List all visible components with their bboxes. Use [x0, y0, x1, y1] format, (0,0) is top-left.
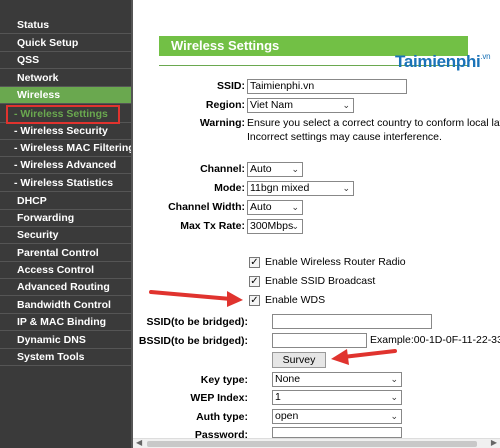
logo-text: Taimienphi — [395, 52, 481, 71]
mode-select[interactable]: 11bgn mixed ⌄ — [247, 181, 354, 196]
annotation-arrow-wds — [149, 290, 243, 307]
sidebar-item-security[interactable]: Security — [0, 227, 133, 244]
main-panel: Wireless Settings Taimienphi.vn SSID: Ta… — [133, 0, 500, 448]
mode-value: 11bgn mixed — [250, 182, 310, 194]
chevron-down-icon: ⌄ — [342, 100, 350, 110]
enable-radio-checkbox[interactable]: ✓ — [249, 257, 260, 268]
channel-width-label: Channel Width: — [168, 201, 245, 213]
scrollbar-thumb[interactable] — [147, 441, 477, 447]
auth-type-value: open — [275, 410, 299, 422]
bssid-bridged-input[interactable] — [272, 333, 367, 348]
sidebar: Status Quick Setup QSS Network Wireless … — [0, 0, 135, 448]
wep-index-label: WEP Index: — [190, 392, 248, 404]
enable-ssid-broadcast-label: Enable SSID Broadcast — [265, 275, 376, 287]
wep-index-select[interactable]: 1 ⌄ — [272, 390, 402, 405]
sidebar-item-wireless-advanced[interactable]: - Wireless Advanced — [0, 157, 133, 174]
annotation-arrow-survey — [331, 349, 397, 365]
sidebar-item-dhcp[interactable]: DHCP — [0, 193, 133, 210]
channel-width-select[interactable]: Auto ⌄ — [247, 200, 303, 215]
sidebar-item-bandwidth-control[interactable]: Bandwidth Control — [0, 297, 133, 314]
warning-text-line1: Ensure you select a correct country to c… — [247, 117, 500, 129]
ssid-input[interactable]: Taimienphi.vn — [247, 79, 407, 94]
watermark-logo: Taimienphi.vn — [395, 52, 491, 72]
channel-select[interactable]: Auto ⌄ — [247, 162, 303, 177]
chevron-down-icon: ⌄ — [342, 183, 350, 193]
chevron-down-icon: ⌄ — [291, 202, 299, 212]
auth-type-label: Auth type: — [196, 411, 248, 423]
mode-label: Mode: — [214, 182, 245, 194]
warning-text-line2: Incorrect settings may cause interferenc… — [247, 131, 442, 143]
wep-index-value: 1 — [275, 391, 281, 403]
password-input[interactable] — [272, 427, 402, 438]
max-tx-rate-select[interactable]: 300Mbps ⌄ — [247, 219, 303, 234]
sidebar-item-advanced-routing[interactable]: Advanced Routing — [0, 279, 133, 296]
channel-width-value: Auto — [250, 201, 272, 213]
sidebar-item-wireless-settings[interactable]: - Wireless Settings — [0, 106, 133, 123]
max-tx-rate-value: 300Mbps — [250, 220, 294, 232]
key-type-label: Key type: — [200, 374, 248, 386]
enable-wds-label: Enable WDS — [265, 294, 326, 306]
enable-radio-label: Enable Wireless Router Radio — [265, 256, 406, 268]
sidebar-item-ip-mac-binding[interactable]: IP & MAC Binding — [0, 314, 133, 331]
sidebar-item-qss[interactable]: QSS — [0, 52, 133, 69]
key-type-select[interactable]: None ⌄ — [272, 372, 402, 387]
max-tx-rate-label: Max Tx Rate: — [180, 220, 245, 232]
bssid-example-text: Example:00-1D-0F-11-22-33 — [370, 334, 500, 346]
key-type-value: None — [275, 373, 301, 385]
chevron-down-icon: ⌄ — [390, 374, 398, 384]
channel-value: Auto — [250, 163, 272, 175]
survey-button[interactable]: Survey — [272, 352, 326, 368]
sidebar-item-wireless-statistics[interactable]: - Wireless Statistics — [0, 175, 133, 192]
ssid-label: SSID: — [216, 80, 245, 92]
bssid-bridged-label: BSSID(to be bridged): — [138, 335, 248, 347]
chevron-down-icon: ⌄ — [291, 164, 299, 174]
sidebar-item-wireless-security[interactable]: - Wireless Security — [0, 123, 133, 140]
auth-type-select[interactable]: open ⌄ — [272, 409, 402, 424]
region-select[interactable]: Viet Nam ⌄ — [247, 98, 354, 113]
ssid-bridged-label: SSID(to be bridged): — [146, 316, 249, 328]
sidebar-item-wireless-mac-filtering[interactable]: - Wireless MAC Filtering — [0, 140, 135, 157]
sidebar-item-quick-setup[interactable]: Quick Setup — [0, 35, 133, 52]
enable-ssid-broadcast-checkbox[interactable]: ✓ — [249, 276, 260, 287]
sidebar-item-dynamic-dns[interactable]: Dynamic DNS — [0, 332, 133, 349]
chevron-down-icon: ⌄ — [390, 392, 398, 402]
warning-label: Warning: — [199, 117, 245, 129]
scroll-right-icon[interactable]: ▶ — [491, 438, 497, 447]
sidebar-item-system-tools[interactable]: System Tools — [0, 349, 133, 366]
channel-label: Channel: — [200, 163, 245, 175]
sidebar-item-status[interactable]: Status — [0, 17, 133, 34]
scroll-left-icon[interactable]: ◀ — [136, 438, 142, 447]
horizontal-scrollbar[interactable]: ◀ ▶ — [133, 438, 500, 448]
chevron-down-icon: ⌄ — [390, 411, 398, 421]
region-label: Region: — [205, 99, 245, 111]
sidebar-item-parental-control[interactable]: Parental Control — [0, 245, 133, 262]
sidebar-item-forwarding[interactable]: Forwarding — [0, 210, 133, 227]
ssid-bridged-input[interactable] — [272, 314, 432, 329]
enable-wds-checkbox[interactable]: ✓ — [249, 295, 260, 306]
sidebar-item-wireless[interactable]: Wireless — [0, 87, 133, 104]
sidebar-item-network[interactable]: Network — [0, 70, 133, 87]
sidebar-item-access-control[interactable]: Access Control — [0, 262, 133, 279]
region-value: Viet Nam — [250, 99, 293, 111]
logo-suffix: .vn — [480, 52, 491, 61]
chevron-down-icon: ⌄ — [291, 221, 299, 231]
